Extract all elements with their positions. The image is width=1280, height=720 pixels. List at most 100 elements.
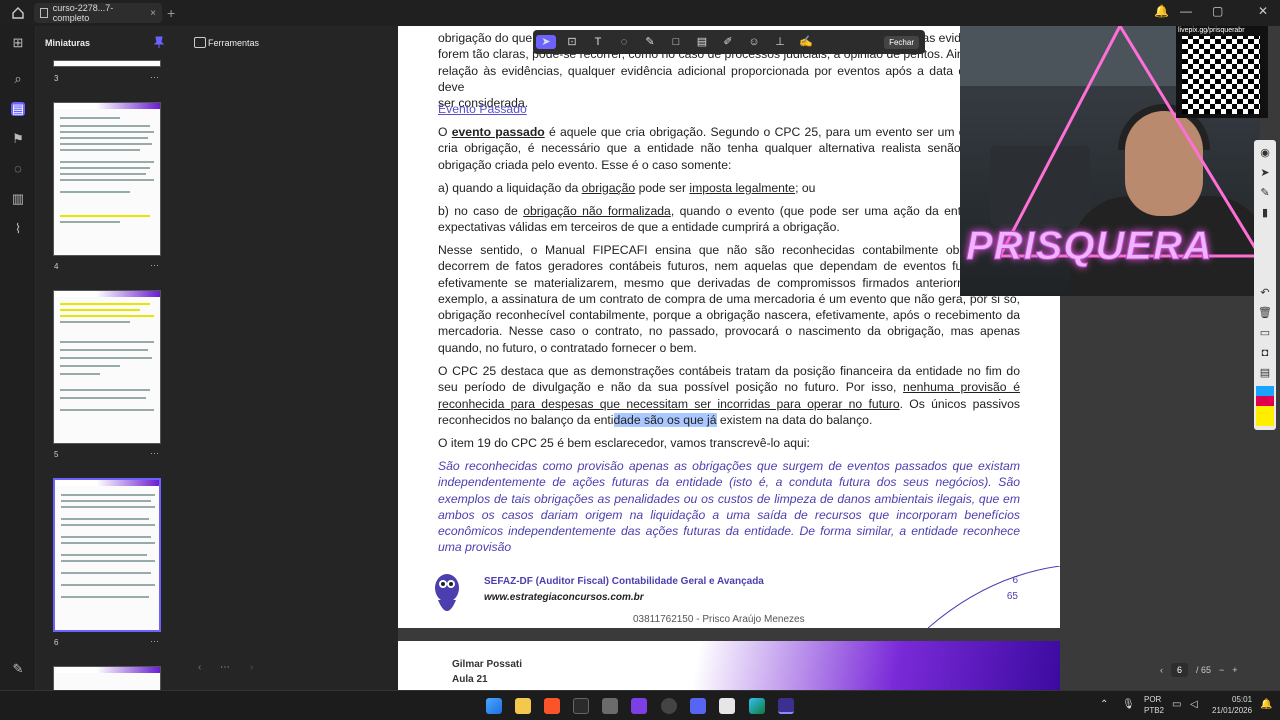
more-options-icon[interactable]: ⋯	[150, 260, 159, 271]
clipboard-icon[interactable]: ▤	[1258, 366, 1272, 380]
more-options-icon[interactable]: ⋯	[150, 636, 159, 647]
pen-tool-icon[interactable]: ✐	[718, 35, 738, 49]
footer-licensee: 03811762150 - Prisco Araújo Menezes	[633, 614, 805, 625]
thumbnail-page-4[interactable]	[53, 102, 161, 256]
camera-icon[interactable]: ◘	[1258, 346, 1272, 360]
draw-tool-icon[interactable]: ✎	[640, 35, 660, 49]
notifications-icon[interactable]: 🔔	[1260, 699, 1272, 710]
thumbnail-page-5[interactable]	[53, 290, 161, 444]
eye-icon[interactable]: ◉	[1258, 146, 1272, 160]
minimize-icon[interactable]: —	[1180, 4, 1192, 18]
app-icon[interactable]	[719, 698, 735, 714]
keyboard-indicator[interactable]: PTB2	[1144, 706, 1164, 715]
qr-label: livepix.gg/prisquerabr	[1178, 27, 1245, 34]
annotation-toolbar: ➤ ⊡ T ◌ ✎ □ ▤ ✐ ☺ ⊥ ✍ Fechar	[533, 30, 925, 54]
highlight-tool-icon[interactable]: ▤	[692, 35, 712, 49]
thumbnail-page-3[interactable]	[53, 60, 161, 67]
sticker-tool-icon[interactable]: ☺	[744, 35, 764, 49]
comment-tool-icon[interactable]: ◌	[614, 35, 634, 49]
github-icon[interactable]	[661, 698, 677, 714]
obs-icon[interactable]	[631, 698, 647, 714]
next-icon[interactable]: ›	[250, 662, 253, 673]
text-selection[interactable]: dade são os que já	[613, 412, 717, 427]
file-explorer-icon[interactable]	[515, 698, 531, 714]
pages-icon[interactable]: ▤	[11, 102, 25, 116]
document-icon	[40, 8, 48, 18]
tray-chevron-icon[interactable]: ⌃	[1100, 699, 1108, 710]
notification-icon[interactable]: 🔔	[1154, 4, 1169, 18]
discord-icon[interactable]	[690, 698, 706, 714]
quote-block: São reconhecidas como provisão apenas as…	[438, 459, 1020, 555]
clock-time[interactable]: 05:01	[1232, 695, 1252, 704]
close-tab-icon[interactable]: ×	[150, 8, 156, 19]
document-tab[interactable]: curso-2278...7-completo ×	[34, 3, 162, 23]
cursor-icon[interactable]: ➤	[1258, 166, 1272, 180]
layers-icon[interactable]: ▥	[11, 192, 25, 206]
start-icon[interactable]	[486, 698, 502, 714]
select-tool-icon[interactable]: ➤	[536, 35, 556, 49]
color-swatch-red[interactable]	[1256, 396, 1274, 406]
color-swatch-blue[interactable]	[1256, 386, 1274, 396]
language-indicator[interactable]: POR	[1144, 695, 1161, 704]
close-window-icon[interactable]: ✕	[1258, 4, 1268, 18]
camera-app-icon[interactable]	[602, 698, 618, 714]
pin-icon[interactable]	[154, 36, 164, 48]
home-icon[interactable]	[11, 6, 25, 20]
thumbnail-page-6[interactable]	[53, 478, 161, 632]
paragraph-cpc25: O CPC 25 destaca que as demonstrações co…	[438, 364, 1021, 427]
terminal-icon[interactable]	[573, 698, 589, 714]
taskbar: ⌃ 🎙 POR PTB2 ▭ ◁ 05:01 21/01/2026 🔔	[0, 690, 1280, 720]
close-toolbar-button[interactable]: Fechar	[884, 35, 919, 49]
bookmark-icon[interactable]: ⚑	[11, 132, 25, 146]
text-tool-icon[interactable]: T	[588, 35, 608, 49]
color-swatch-yellow[interactable]	[1256, 406, 1274, 416]
stamp-tool-icon[interactable]: ⊥	[770, 35, 790, 49]
zoom-out-icon[interactable]: −	[1219, 665, 1224, 675]
board-icon[interactable]: ▭	[1258, 326, 1272, 340]
maximize-icon[interactable]: ▢	[1212, 4, 1223, 18]
edge-icon[interactable]	[749, 698, 765, 714]
mic-icon[interactable]: 🎙	[1122, 699, 1135, 710]
prev-page-icon[interactable]: ‹	[1160, 665, 1163, 675]
qr-code-image	[1182, 36, 1260, 114]
brave-icon[interactable]	[544, 698, 560, 714]
search-icon[interactable]: ⌕	[11, 72, 25, 86]
pdf-next-page: Gilmar Possati Aula 21	[398, 641, 1060, 690]
undo-icon[interactable]: ↶	[1258, 286, 1272, 300]
network-icon[interactable]: ▭	[1172, 699, 1181, 710]
title-bar: curso-2278...7-completo × + 🔔 — ▢ ✕	[0, 0, 1280, 26]
current-page-input[interactable]: 6	[1171, 663, 1189, 677]
new-tab-icon[interactable]: +	[167, 5, 175, 21]
shape-tool-icon[interactable]: □	[666, 35, 686, 49]
thumbnail-number: 5	[54, 450, 59, 459]
pdf-app-icon[interactable]	[778, 698, 794, 714]
zoom-in-icon[interactable]: +	[1232, 665, 1237, 675]
sign-icon[interactable]: ✎	[11, 662, 25, 676]
streamer-brand: PRISQUERA	[966, 224, 1213, 269]
volume-icon[interactable]: ◁	[1190, 699, 1198, 710]
attachment-icon[interactable]: ⌇	[11, 222, 25, 236]
next-page-lesson: Aula 21	[452, 674, 488, 685]
apps-icon[interactable]: ⊞	[11, 36, 25, 50]
thumbnails-panel: Miniaturas 3 ⋯ 4 ⋯ 5 ⋯ 6 ⋯	[36, 26, 184, 690]
more-options-icon[interactable]: ⋯	[150, 72, 159, 83]
trash-icon[interactable]: 🗑	[1258, 306, 1272, 320]
drawing-tools-panel: ◉ ➤ ✎ ▮ ↶ 🗑 ▭ ◘ ▤	[1254, 140, 1276, 430]
color-swatch-yellow-2[interactable]	[1256, 416, 1274, 426]
livepix-qr: livepix.gg/prisquerabr	[1176, 26, 1268, 118]
signature-tool-icon[interactable]: ✍	[796, 35, 816, 49]
more-options-icon[interactable]: ⋯	[150, 448, 159, 459]
tools-title: Ferramentas	[208, 38, 260, 48]
thumbnail-page-7[interactable]	[53, 666, 161, 690]
tools-icon	[194, 37, 206, 48]
prev-icon[interactable]: ‹	[198, 662, 201, 673]
area-select-icon[interactable]: ⊡	[562, 35, 582, 49]
paragraph-fipecafi: Nesse sentido, o Manual FIPECAFI ensina …	[438, 243, 1020, 355]
comment-icon[interactable]: ◌	[11, 162, 25, 176]
pen-icon[interactable]: ✎	[1258, 186, 1272, 200]
paragraph-evento-passado: O evento passado é aquele que cria obrig…	[438, 125, 1020, 172]
clock-date[interactable]: 21/01/2026	[1212, 706, 1252, 715]
marker-icon[interactable]: ▮	[1258, 206, 1272, 220]
footer-url[interactable]: www.estrategiaconcursos.com.br	[484, 592, 644, 603]
more-icon[interactable]: ⋯	[220, 662, 230, 673]
